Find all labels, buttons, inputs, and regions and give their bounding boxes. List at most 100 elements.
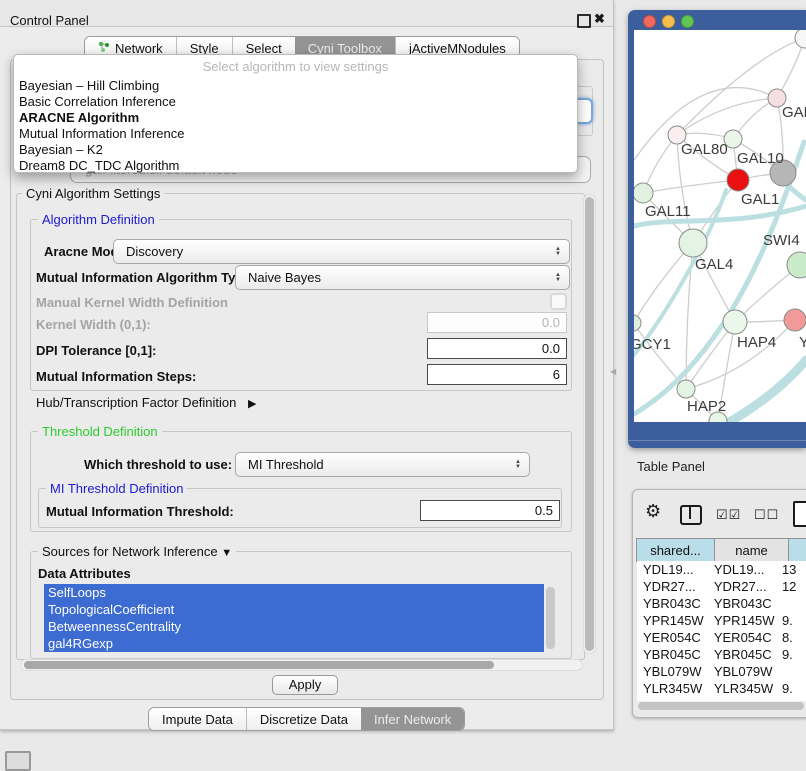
- zoom-traffic-light[interactable]: [681, 15, 694, 28]
- algorithm-option[interactable]: Dream8 DC_TDC Algorithm: [14, 158, 577, 174]
- algorithm-option[interactable]: ARACNE Algorithm: [14, 110, 577, 126]
- network-node-HAP2[interactable]: [677, 380, 695, 398]
- network-edge-highlighted[interactable]: [726, 360, 806, 422]
- data-attributes-list[interactable]: SelfLoopsTopologicalCoefficientBetweenne…: [44, 584, 560, 652]
- tab-impute-data[interactable]: Impute Data: [149, 708, 246, 730]
- table-cell: YDR27...: [637, 578, 708, 595]
- algorithm-option[interactable]: Mutual Information Inference: [14, 126, 577, 142]
- dpi-tolerance-field[interactable]: 0.0: [427, 338, 567, 359]
- tab-infer-network[interactable]: Infer Network: [361, 708, 464, 730]
- settings-horizontal-scrollbar-thumb[interactable]: [24, 661, 494, 669]
- network-node-GCY1[interactable]: [634, 315, 641, 331]
- attribute-list-item[interactable]: BetweennessCentrality: [44, 618, 544, 635]
- mi-threshold-field[interactable]: 0.5: [420, 500, 560, 521]
- close-traffic-light[interactable]: [643, 15, 656, 28]
- node-label-GAL10: GAL10: [737, 150, 784, 167]
- algorithm-option[interactable]: Basic Correlation Inference: [14, 94, 577, 110]
- node-label-GAL4: GAL4: [695, 256, 733, 273]
- table-cell: 9.: [776, 646, 806, 663]
- column-header-partial[interactable]: [788, 539, 806, 561]
- table-cell: 9.: [776, 680, 806, 697]
- table-cell: [776, 663, 806, 680]
- mi-steps-label: Mutual Information Steps:: [36, 369, 196, 384]
- mi-threshold-definition-title: MI Threshold Definition: [46, 481, 187, 496]
- mi-threshold-label: Mutual Information Threshold:: [46, 504, 234, 519]
- network-node-HAP4[interactable]: [723, 310, 747, 334]
- attribute-list-item[interactable]: SelfLoops: [44, 584, 544, 601]
- attribute-list-item[interactable]: gal4RGexp: [44, 635, 544, 652]
- table-cell: YBL079W: [708, 663, 776, 680]
- node-label-SWI4: SWI4: [763, 232, 800, 249]
- table-row[interactable]: YDL19...YDL19...13: [637, 561, 806, 578]
- aracne-mode-combo[interactable]: Discovery ▲▼: [113, 239, 570, 264]
- network-node-unnamed-pink[interactable]: [784, 309, 806, 331]
- algorithm-option[interactable]: Bayesian – Hill Climbing: [14, 78, 577, 94]
- table-row[interactable]: YLR345WYLR345W9.: [637, 680, 806, 697]
- column-header-shared[interactable]: shared...: [637, 539, 714, 561]
- tab-discretize-data[interactable]: Discretize Data: [246, 708, 361, 730]
- attribute-list-scrollbar-thumb[interactable]: [546, 587, 555, 649]
- node-label-GAL1: GAL1: [741, 191, 779, 208]
- node-label-GAL7: GAL7: [782, 104, 806, 121]
- table-cell: YDL19...: [637, 561, 708, 578]
- algorithm-option[interactable]: Bayesian – K2: [14, 142, 577, 158]
- dpi-tolerance-label: DPI Tolerance [0,1]:: [36, 343, 156, 358]
- network-node-GAL4[interactable]: [679, 229, 707, 257]
- panel-splitter-arrow[interactable]: ◀: [610, 367, 616, 376]
- table-body[interactable]: YDL19...YDL19...13YDR27...YDR27...12YBR0…: [637, 561, 806, 701]
- kernel-width-label: Kernel Width (0,1):: [36, 317, 151, 332]
- sources-group-title[interactable]: Sources for Network Inference ▼: [38, 544, 236, 559]
- combo-arrows-icon: ▲▼: [515, 460, 529, 470]
- which-threshold-combo[interactable]: MI Threshold ▲▼: [235, 452, 530, 477]
- manual-kernel-checkbox[interactable]: [550, 293, 567, 310]
- partial-toolbar-icon[interactable]: [5, 751, 31, 771]
- network-node-GAL11[interactable]: [634, 183, 653, 203]
- deselect-all-icon[interactable]: ☐☐: [754, 507, 779, 523]
- table-header-row: shared... name: [636, 538, 806, 562]
- control-panel-titlebar: [0, 0, 613, 27]
- settings-vertical-scrollbar-thumb[interactable]: [585, 197, 594, 651]
- table-row[interactable]: YBR045CYBR045C9.: [637, 646, 806, 663]
- kernel-width-field[interactable]: 0.0: [427, 312, 567, 333]
- mi-algorithm-type-combo[interactable]: Naive Bayes ▲▼: [235, 265, 570, 290]
- table-horizontal-scrollbar-thumb[interactable]: [638, 702, 804, 710]
- cyni-bottom-tab-bar: Impute Data Discretize Data Infer Networ…: [148, 707, 465, 731]
- node-label-Y: Y: [799, 334, 806, 351]
- algorithm-definition-title: Algorithm Definition: [38, 212, 159, 227]
- network-window-bottom-line: [628, 440, 806, 441]
- network-canvas[interactable]: GAL7GAL80GAL10GAL1GAL11GAL4SWI4HAP4YGCY1…: [634, 30, 806, 422]
- column-selector-icon[interactable]: [680, 505, 702, 525]
- hub-definition-toggle[interactable]: Hub/Transcription Factor Definition ▶: [36, 395, 256, 410]
- network-node-SWI4[interactable]: [787, 252, 806, 278]
- table-cell: YBR043C: [637, 595, 708, 612]
- table-cell: 12: [776, 578, 806, 595]
- table-cell: YER054C: [708, 629, 776, 646]
- attribute-list-item[interactable]: TopologicalCoefficient: [44, 601, 544, 618]
- table-row[interactable]: YBL079WYBL079W: [637, 663, 806, 680]
- table-cell: YER054C: [637, 629, 708, 646]
- column-header-name[interactable]: name: [714, 539, 788, 561]
- table-cell: YLR345W: [637, 680, 708, 697]
- table-row[interactable]: YPR145WYPR145W9.: [637, 612, 806, 629]
- apply-button[interactable]: Apply: [272, 675, 338, 695]
- table-cell: 13: [776, 561, 806, 578]
- select-all-icon[interactable]: ☑☑: [716, 507, 741, 523]
- node-label-GAL11: GAL11: [645, 203, 691, 220]
- node-label-GCY1: GCY1: [634, 336, 671, 353]
- gear-icon[interactable]: ⚙: [645, 501, 661, 522]
- close-icon[interactable]: ✖: [594, 11, 605, 27]
- expanded-arrow-icon: ▼: [221, 547, 232, 559]
- float-window-icon[interactable]: [577, 14, 591, 28]
- network-node-GAL1[interactable]: [727, 169, 749, 191]
- table-row[interactable]: YER054CYER054C8.: [637, 629, 806, 646]
- document-icon[interactable]: [793, 501, 806, 527]
- mi-steps-field[interactable]: 6: [427, 364, 567, 385]
- table-row[interactable]: YBR043CYBR043C: [637, 595, 806, 612]
- network-node-unnamed-top[interactable]: [795, 30, 806, 48]
- table-cell: YDR27...: [708, 578, 776, 595]
- network-edge[interactable]: [677, 98, 777, 135]
- minimize-traffic-light[interactable]: [662, 15, 675, 28]
- table-row[interactable]: YDR27...YDR27...12: [637, 578, 806, 595]
- combo-arrows-icon: ▲▼: [555, 247, 569, 257]
- table-panel-title: Table Panel: [637, 459, 705, 474]
